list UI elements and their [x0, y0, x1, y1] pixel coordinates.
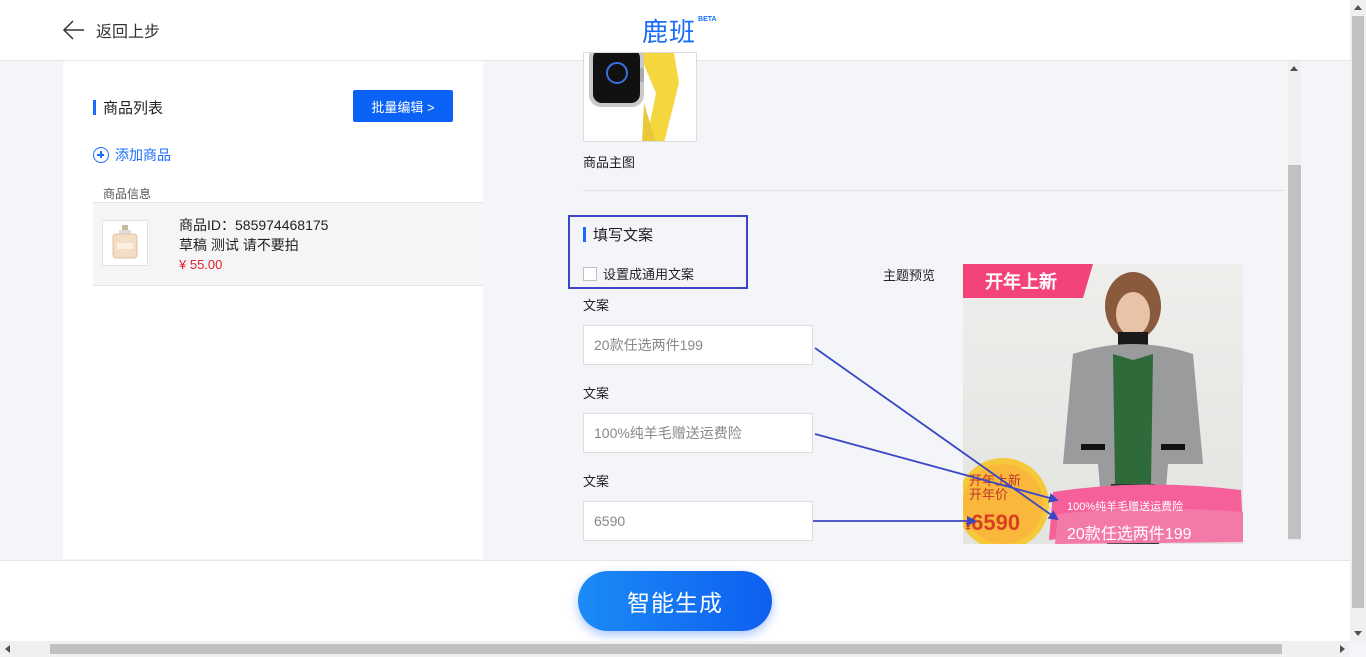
panel-scroll-thumb[interactable] — [1288, 165, 1301, 539]
scroll-up-arrow-icon[interactable] — [1290, 66, 1298, 71]
product-info: 商品ID：585974468175 草稿 测试 请不要拍 ¥ 55.00 — [179, 215, 328, 275]
copy-label-1: 文案 — [583, 298, 610, 313]
page-vertical-scrollbar[interactable] — [1350, 0, 1366, 641]
back-button[interactable]: 返回上步 — [62, 18, 160, 42]
theme-preview-image: 开年上新 开年上新 开年价 ¥ 6590 100%纯羊毛赠送运费险 20款任选两… — [963, 264, 1243, 544]
checkbox-box[interactable] — [583, 266, 597, 281]
scroll-up-button[interactable] — [1350, 0, 1366, 16]
preview-line1: 100%纯羊毛赠送运费险 — [1067, 501, 1184, 513]
scroll-right-icon — [1340, 645, 1345, 653]
product-name: 草稿 测试 请不要拍 — [179, 237, 299, 253]
product-list-panel: 商品列表 批量编辑 > 添加商品 商品信息 商品ID：585974468175 … — [63, 61, 483, 559]
scroll-down-button[interactable] — [1350, 625, 1366, 641]
preview-price: ¥ 6590 — [965, 510, 1021, 535]
scroll-left-icon — [5, 645, 10, 653]
preview-banner: 开年上新 — [985, 272, 1057, 292]
checkbox-label: 设置成通用文案 — [603, 267, 695, 282]
copy-input-1[interactable]: 20款任选两件199 — [583, 325, 813, 365]
app-logo: 鹿班 BETA — [642, 12, 717, 49]
add-product-button[interactable]: 添加商品 — [93, 145, 171, 165]
panel-scrollbar[interactable] — [1288, 61, 1301, 541]
preview-label: 主题预览 — [883, 268, 936, 283]
back-label: 返回上步 — [96, 24, 161, 41]
vertical-scroll-thumb[interactable] — [1352, 16, 1364, 608]
product-list-title: 商品列表 — [93, 97, 163, 118]
horizontal-scroll-thumb[interactable] — [50, 644, 1282, 654]
main-image-label: 商品主图 — [583, 155, 636, 170]
copy-label-3: 文案 — [583, 474, 610, 489]
copy-input-3[interactable]: 6590 — [583, 501, 813, 541]
product-price: ¥ 55.00 — [179, 257, 223, 272]
preview-line2: 20款任选两件199 — [1067, 526, 1192, 543]
add-circle-icon — [93, 147, 109, 163]
copy-input-2[interactable]: 100%纯羊毛赠送运费险 — [583, 413, 813, 453]
generic-copy-checkbox[interactable]: 设置成通用文案 — [583, 264, 694, 283]
copy-label-2: 文案 — [583, 386, 610, 401]
beta-badge: BETA — [698, 16, 717, 23]
scroll-left-button[interactable] — [0, 641, 16, 657]
bottom-action-bar: 智能生成 — [0, 560, 1350, 642]
batch-edit-button[interactable]: 批量编辑 > — [353, 90, 453, 122]
logo-text: 鹿班 — [642, 18, 697, 48]
product-row[interactable]: 商品ID：585974468175 草稿 测试 请不要拍 ¥ 55.00 — [93, 202, 483, 286]
product-id: 商品ID：585974468175 — [179, 217, 329, 233]
preview-badge: 开年上新 开年价 — [969, 473, 1022, 502]
product-main-image[interactable] — [583, 52, 697, 142]
scroll-down-icon — [1354, 631, 1362, 636]
section-divider — [583, 190, 1285, 191]
perfume-thumbnail — [102, 220, 148, 266]
scroll-up-icon — [1354, 5, 1362, 10]
scroll-right-button[interactable] — [1334, 641, 1350, 657]
arrow-left-icon — [62, 19, 86, 41]
smart-generate-button[interactable]: 智能生成 — [578, 571, 772, 631]
product-info-header: 商品信息 — [103, 187, 152, 201]
page-horizontal-scrollbar[interactable] — [0, 641, 1350, 657]
